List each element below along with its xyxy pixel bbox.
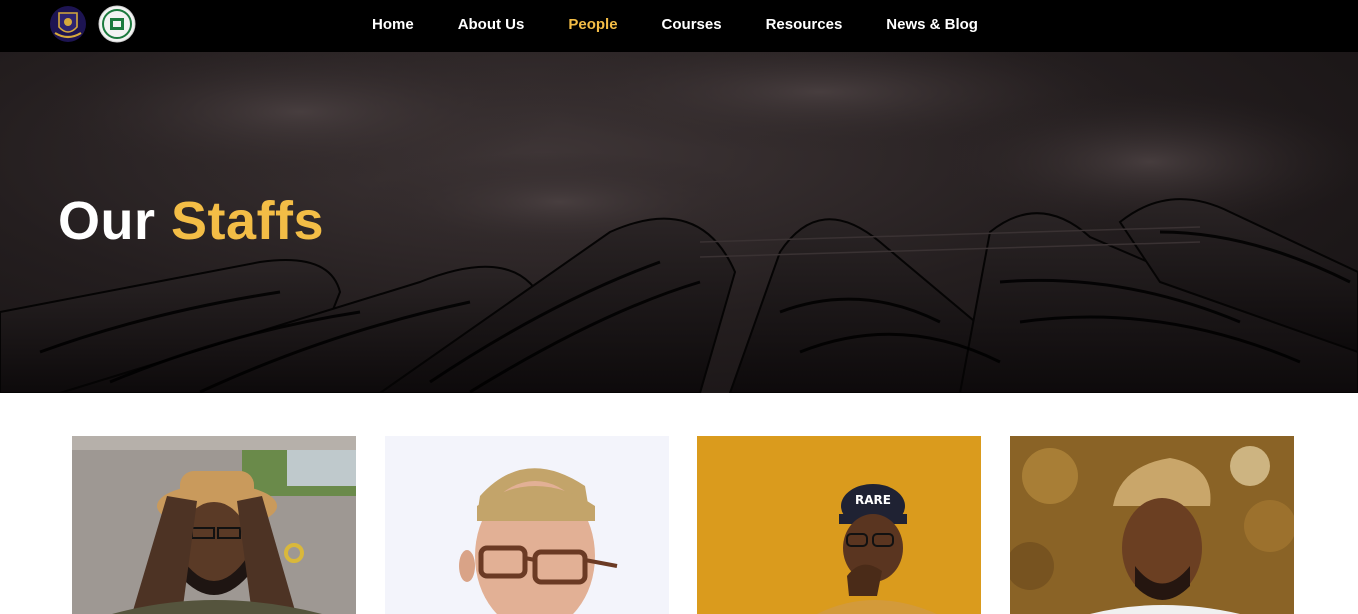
svg-text:RARE: RARE: [855, 493, 891, 507]
nav-item-about-us[interactable]: About Us: [436, 16, 547, 33]
staff-photo-man-straw-hat: [72, 436, 356, 614]
staff-photo-man-cap-yellow-background: RARE: [697, 436, 981, 614]
top-navbar: Home About Us People Courses Resources N…: [0, 0, 1358, 52]
page-title: Our Staffs: [58, 190, 324, 252]
page-title-main: Our: [58, 191, 156, 251]
nav-item-resources[interactable]: Resources: [744, 16, 865, 33]
nav-item-home[interactable]: Home: [350, 16, 436, 33]
staff-card[interactable]: [385, 436, 669, 614]
hero-banner: Our Staffs: [0, 52, 1358, 393]
staff-photo-man-glasses: [385, 436, 669, 614]
staff-card[interactable]: [72, 436, 356, 614]
page-title-accent: Staffs: [171, 191, 325, 251]
university-crest-logo[interactable]: [49, 5, 87, 43]
nav-item-people[interactable]: People: [546, 16, 639, 33]
nav-item-courses[interactable]: Courses: [640, 16, 744, 33]
department-seal-logo[interactable]: [98, 5, 136, 43]
staff-card[interactable]: RARE: [697, 436, 981, 614]
nav-item-news-blog[interactable]: News & Blog: [864, 16, 1000, 33]
main-menu: Home About Us People Courses Resources N…: [350, 0, 1000, 48]
staff-card[interactable]: [1010, 436, 1294, 614]
staff-photo-man-traditional-cap: [1010, 436, 1294, 614]
